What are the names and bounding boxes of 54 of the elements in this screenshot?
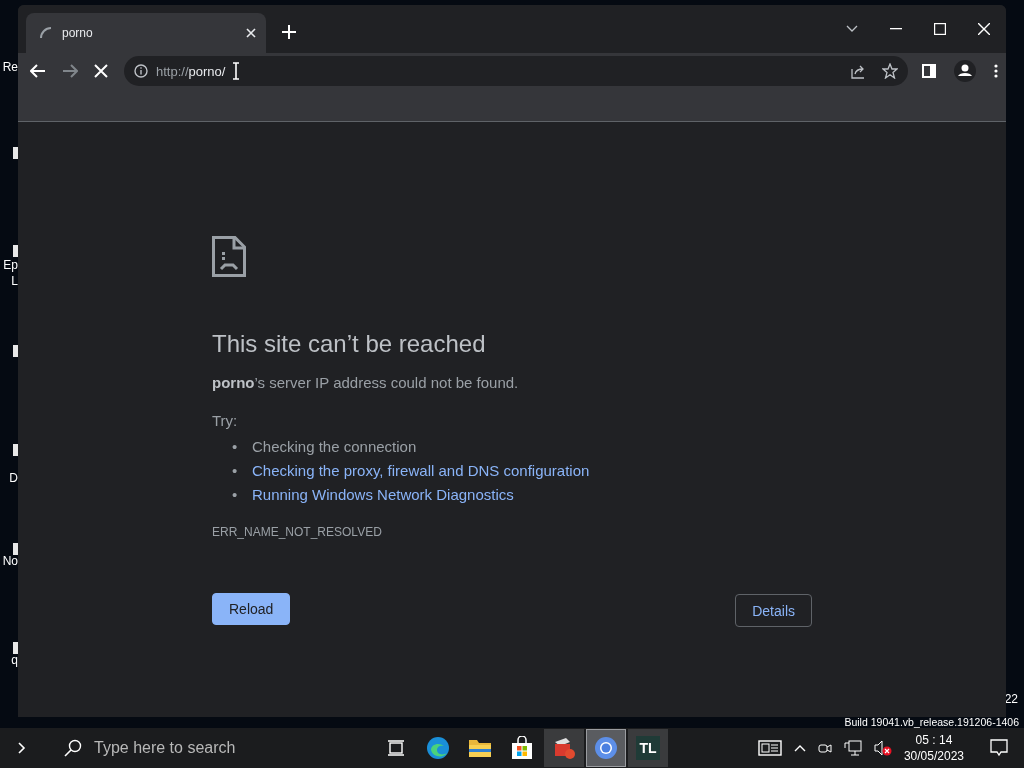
plus-icon	[282, 25, 296, 39]
suggestion-link[interactable]: Running Windows Network Diagnostics	[252, 483, 514, 507]
reload-button[interactable]: Reload	[212, 593, 291, 625]
suggestion-text: Checking the connection	[252, 437, 417, 457]
profile-icon[interactable]	[954, 60, 976, 82]
desktop-icon-label: No	[2, 553, 18, 569]
maximize-icon[interactable]	[934, 23, 946, 35]
edge-icon	[426, 736, 450, 760]
chevron-down-icon[interactable]	[846, 25, 858, 33]
browser-icon	[594, 736, 618, 760]
taskbar-app-button[interactable]	[544, 729, 584, 767]
back-arrow-icon[interactable]	[30, 64, 46, 78]
forward-arrow-icon[interactable]	[62, 64, 78, 78]
build-info-text: 22	[1004, 692, 1018, 706]
browser-tab[interactable]: porno	[26, 13, 266, 53]
package-icon	[552, 736, 576, 760]
star-icon[interactable]	[882, 63, 898, 79]
error-code: ERR_NAME_NOT_RESOLVED	[212, 525, 383, 539]
close-icon[interactable]	[246, 28, 256, 38]
speaker-icon[interactable]	[873, 740, 892, 756]
error-heading: This site can’t be reached	[212, 329, 487, 359]
bullet-mark: •	[232, 437, 239, 457]
desktop-icon-label: q	[11, 652, 18, 668]
bullet-mark: •	[232, 485, 239, 505]
store-icon	[510, 736, 534, 760]
side-panel-icon[interactable]	[922, 64, 936, 78]
search-field[interactable]: Type here to search	[92, 738, 356, 758]
build-info-text: Build 19041.vb_release.191206-1406	[844, 716, 1019, 728]
taskbar-app-button[interactable]: TL	[628, 729, 668, 767]
suggestion-link[interactable]: Checking the proxy, firewall and DNS configuration	[252, 459, 590, 483]
info-icon	[134, 64, 148, 78]
search-icon	[64, 739, 82, 757]
chevron-up-icon[interactable]	[793, 744, 806, 752]
details-button[interactable]: Details	[735, 594, 812, 627]
text-cursor-icon	[233, 62, 240, 80]
bullet-mark: •	[232, 461, 239, 481]
folder-icon	[468, 738, 492, 758]
desktop-icon-label: Re	[2, 59, 18, 75]
menu-icon[interactable]	[994, 64, 998, 78]
notification-icon[interactable]	[990, 739, 1008, 757]
stop-icon[interactable]	[94, 64, 108, 78]
news-icon[interactable]	[757, 740, 782, 756]
minimize-icon[interactable]	[890, 28, 902, 30]
desktop-icon-label: Ep L	[3, 257, 18, 289]
try-label: Try:	[212, 411, 239, 431]
address-bar[interactable]: http://porno/	[124, 56, 908, 86]
network-icon[interactable]	[843, 740, 862, 756]
task-view-icon	[387, 740, 405, 756]
taskbar-clock[interactable]: 05 : 14 30/05/2023	[903, 732, 964, 764]
desktop-icon-label: D	[9, 470, 18, 486]
sad-page-icon	[212, 236, 246, 277]
error-message: porno’s server IP address could not be found.	[212, 373, 520, 393]
chevron-right-icon[interactable]	[18, 742, 26, 754]
share-icon[interactable]	[850, 63, 866, 79]
